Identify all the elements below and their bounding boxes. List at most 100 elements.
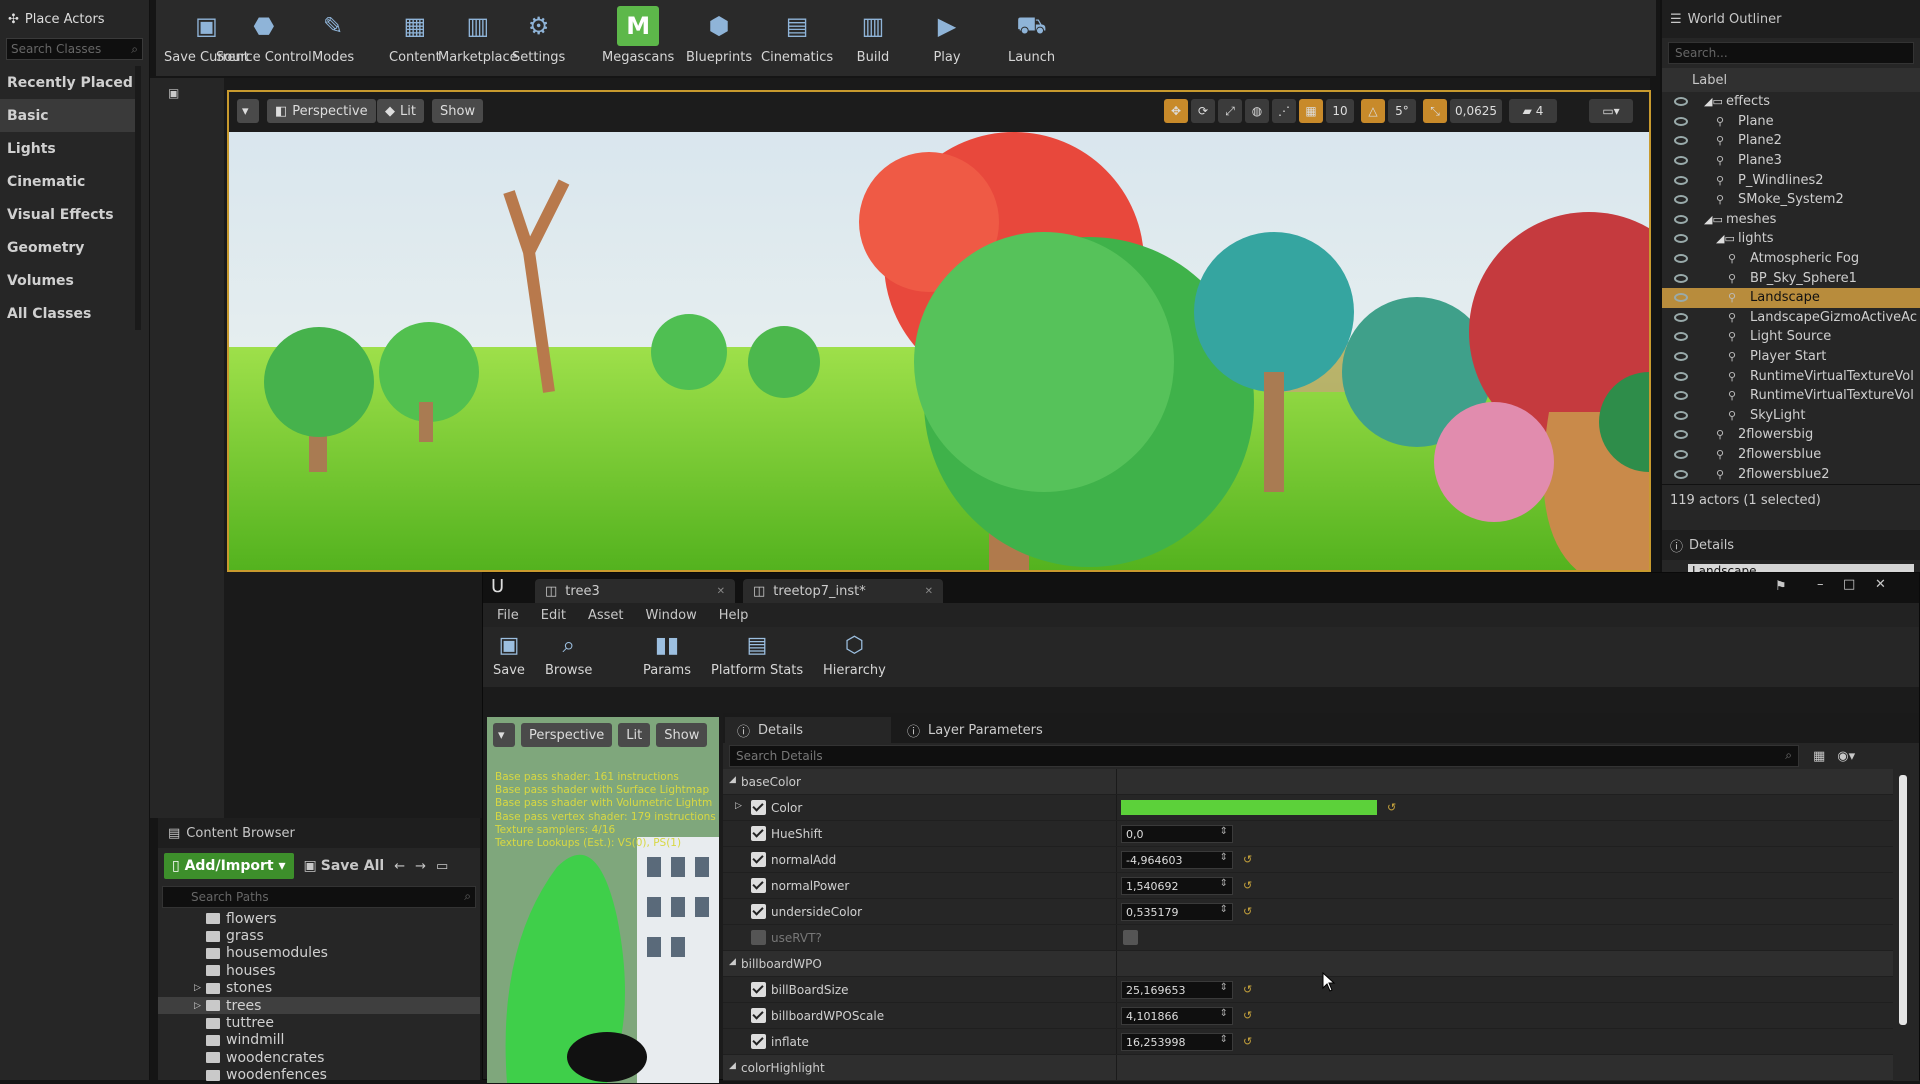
lit-button[interactable]: ◆ Lit — [377, 99, 424, 123]
grid-snap-icon[interactable]: ▦ — [1299, 99, 1323, 123]
visibility-eye-icon[interactable] — [1674, 410, 1688, 420]
asset-tab-treetop7-inst[interactable]: ◫ treetop7_inst* ✕ — [743, 579, 943, 603]
level-viewport[interactable] — [227, 132, 1651, 572]
reset-to-default-icon[interactable]: ↺ — [1243, 905, 1252, 918]
tab-layer-parameters[interactable]: ⓘ Layer Parameters — [895, 717, 1055, 743]
reset-to-default-icon[interactable]: ↺ — [1243, 1009, 1252, 1022]
toolbar-marketplace-button[interactable]: ▥ Marketplace — [438, 6, 518, 65]
content-browser-tab[interactable]: ▤ Content Browser — [158, 818, 480, 848]
override-checkbox[interactable] — [751, 852, 766, 867]
close-tab-icon[interactable]: ✕ — [925, 586, 933, 597]
outliner-row[interactable]: ⚲ Plane3 — [1662, 151, 1920, 171]
reset-to-default-icon[interactable]: ↺ — [1243, 853, 1252, 866]
category-visual-effects[interactable]: Visual Effects — [0, 198, 141, 231]
visibility-eye-icon[interactable] — [1674, 332, 1688, 342]
outliner-row[interactable]: ⚲ RuntimeVirtualTextureVol — [1662, 366, 1920, 386]
folder-item[interactable]: windmill — [158, 1032, 480, 1049]
layout-button[interactable]: ▭▾ — [1589, 99, 1633, 123]
preview-perspective-button[interactable]: Perspective — [521, 723, 613, 747]
folder-item[interactable]: ▷ trees — [158, 996, 480, 1015]
back-arrow-icon[interactable]: ← — [394, 859, 405, 874]
visibility-eye-icon[interactable] — [1674, 214, 1688, 224]
outliner-row[interactable]: ⚲ Landscape — [1662, 287, 1920, 308]
visibility-eye-icon[interactable] — [1674, 156, 1688, 166]
reset-to-default-icon[interactable]: ↺ — [1387, 801, 1396, 814]
toolbar-play-button[interactable]: ▶ Play — [926, 6, 968, 65]
details-scrollbar[interactable] — [1899, 775, 1907, 1025]
param-value-input[interactable]: -4,964603 — [1121, 851, 1233, 869]
folder-item[interactable]: woodencrates — [158, 1049, 480, 1066]
collapse-arrow-icon[interactable]: ◢ — [729, 775, 736, 785]
preview-options-button[interactable]: ▾ — [493, 723, 515, 747]
toolbar-megascans-button[interactable]: M Megascans — [602, 6, 674, 65]
forward-arrow-icon[interactable]: → — [415, 859, 426, 874]
visibility-eye-icon[interactable] — [1674, 352, 1688, 362]
menu-help[interactable]: Help — [719, 608, 749, 623]
category-recently-placed[interactable]: Recently Placed — [0, 66, 141, 99]
pin-icon[interactable]: ⚑ — [1775, 579, 1787, 594]
folder-item[interactable]: ▷ stones — [158, 980, 480, 997]
visibility-eye-icon[interactable] — [1674, 136, 1688, 146]
outliner-row[interactable]: ◢▭ meshes — [1662, 210, 1920, 230]
perspective-button[interactable]: ◧ Perspective — [267, 99, 376, 123]
scale-snap-icon[interactable]: ⤡ — [1423, 99, 1447, 123]
override-checkbox[interactable] — [751, 982, 766, 997]
visibility-eye-icon[interactable] — [1674, 391, 1688, 401]
world-icon[interactable]: ◍ — [1245, 99, 1269, 123]
folder-item[interactable]: housemodules — [158, 945, 480, 962]
visibility-eye-icon[interactable] — [1674, 234, 1688, 244]
visibility-eye-icon[interactable] — [1674, 430, 1688, 440]
outliner-row[interactable]: ⚲ Plane2 — [1662, 131, 1920, 151]
override-checkbox[interactable] — [751, 930, 766, 945]
tab-details[interactable]: ⓘ Details — [725, 717, 891, 743]
menu-file[interactable]: File — [497, 608, 519, 623]
override-checkbox[interactable] — [751, 904, 766, 919]
collapse-arrow-icon[interactable]: ◢ — [729, 1061, 736, 1071]
outliner-row[interactable]: ⚲ RuntimeVirtualTextureVol — [1662, 386, 1920, 406]
visibility-eye-icon[interactable] — [1674, 116, 1688, 126]
toolbar-cinematics-button[interactable]: ▤ Cinematics — [761, 6, 833, 65]
category-volumes[interactable]: Volumes — [0, 264, 141, 297]
param-value-input[interactable]: 25,169653 — [1121, 981, 1233, 999]
select-mode-icon[interactable]: ✥ — [1164, 99, 1188, 123]
camera-speed-button[interactable]: ▰ 4 — [1509, 99, 1557, 123]
override-checkbox[interactable] — [751, 1034, 766, 1049]
param-value-input[interactable]: 0,535179 — [1121, 903, 1233, 921]
minimize-icon[interactable]: – — [1817, 577, 1824, 592]
add-import-button[interactable]: ▯ Add/Import ▾ — [164, 853, 294, 879]
outliner-row[interactable]: ⚲ Plane — [1662, 112, 1920, 132]
toolbar-build-button[interactable]: ▥ Build — [852, 6, 894, 65]
eye-icon[interactable]: ◉▾ — [1837, 749, 1855, 764]
value-checkbox[interactable] — [1123, 930, 1138, 945]
view-options-icon[interactable]: ▦ — [1813, 749, 1825, 764]
toolbar-settings-button[interactable]: ⚙ Settings — [512, 6, 565, 65]
visibility-eye-icon[interactable] — [1674, 312, 1688, 322]
maximize-icon[interactable]: □ — [1843, 577, 1855, 592]
outliner-row[interactable]: ◢▭ effects — [1662, 92, 1920, 112]
param-value-input[interactable]: 1,540692 — [1121, 877, 1233, 895]
search-paths-input[interactable]: Search Paths ⌕ — [162, 886, 476, 908]
param-value-input[interactable]: 16,253998 — [1121, 1033, 1233, 1051]
visibility-eye-icon[interactable] — [1674, 371, 1688, 381]
grid-snap-value[interactable]: 10 — [1326, 99, 1354, 123]
category-all-classes[interactable]: All Classes — [0, 297, 141, 330]
visibility-eye-icon[interactable] — [1674, 449, 1688, 459]
outliner-row[interactable]: ⚲ Light Source — [1662, 327, 1920, 347]
rotate-icon[interactable]: ⟳ — [1191, 99, 1215, 123]
editor-platform-stats-button[interactable]: ▤ Platform Stats — [711, 633, 803, 678]
toolbar-modes-button[interactable]: ✎ Modes — [312, 6, 354, 65]
outliner-label-column-header[interactable]: Label — [1662, 68, 1920, 92]
toolbar-launch-button[interactable]: ⛟ Launch — [1008, 6, 1055, 66]
collapse-arrow-icon[interactable]: ◢ — [729, 957, 736, 967]
outliner-row[interactable]: ⚲ Player Start — [1662, 347, 1920, 367]
editor-hierarchy-button[interactable]: ⬡ Hierarchy — [823, 633, 886, 678]
viewport-options-button[interactable]: ▾ — [237, 99, 259, 123]
color-swatch[interactable] — [1121, 800, 1377, 815]
outliner-row[interactable]: ⚲ Atmospheric Fog — [1662, 249, 1920, 269]
outliner-search-input[interactable]: Search... — [1668, 42, 1914, 64]
close-tab-icon[interactable]: ✕ — [717, 586, 725, 597]
param-category[interactable]: ◢ billboardWPO — [723, 951, 1893, 977]
scale-icon[interactable]: ⤢ — [1218, 99, 1242, 123]
visibility-eye-icon[interactable] — [1674, 273, 1688, 283]
editor-save-button[interactable]: ▣ Save — [493, 633, 525, 678]
